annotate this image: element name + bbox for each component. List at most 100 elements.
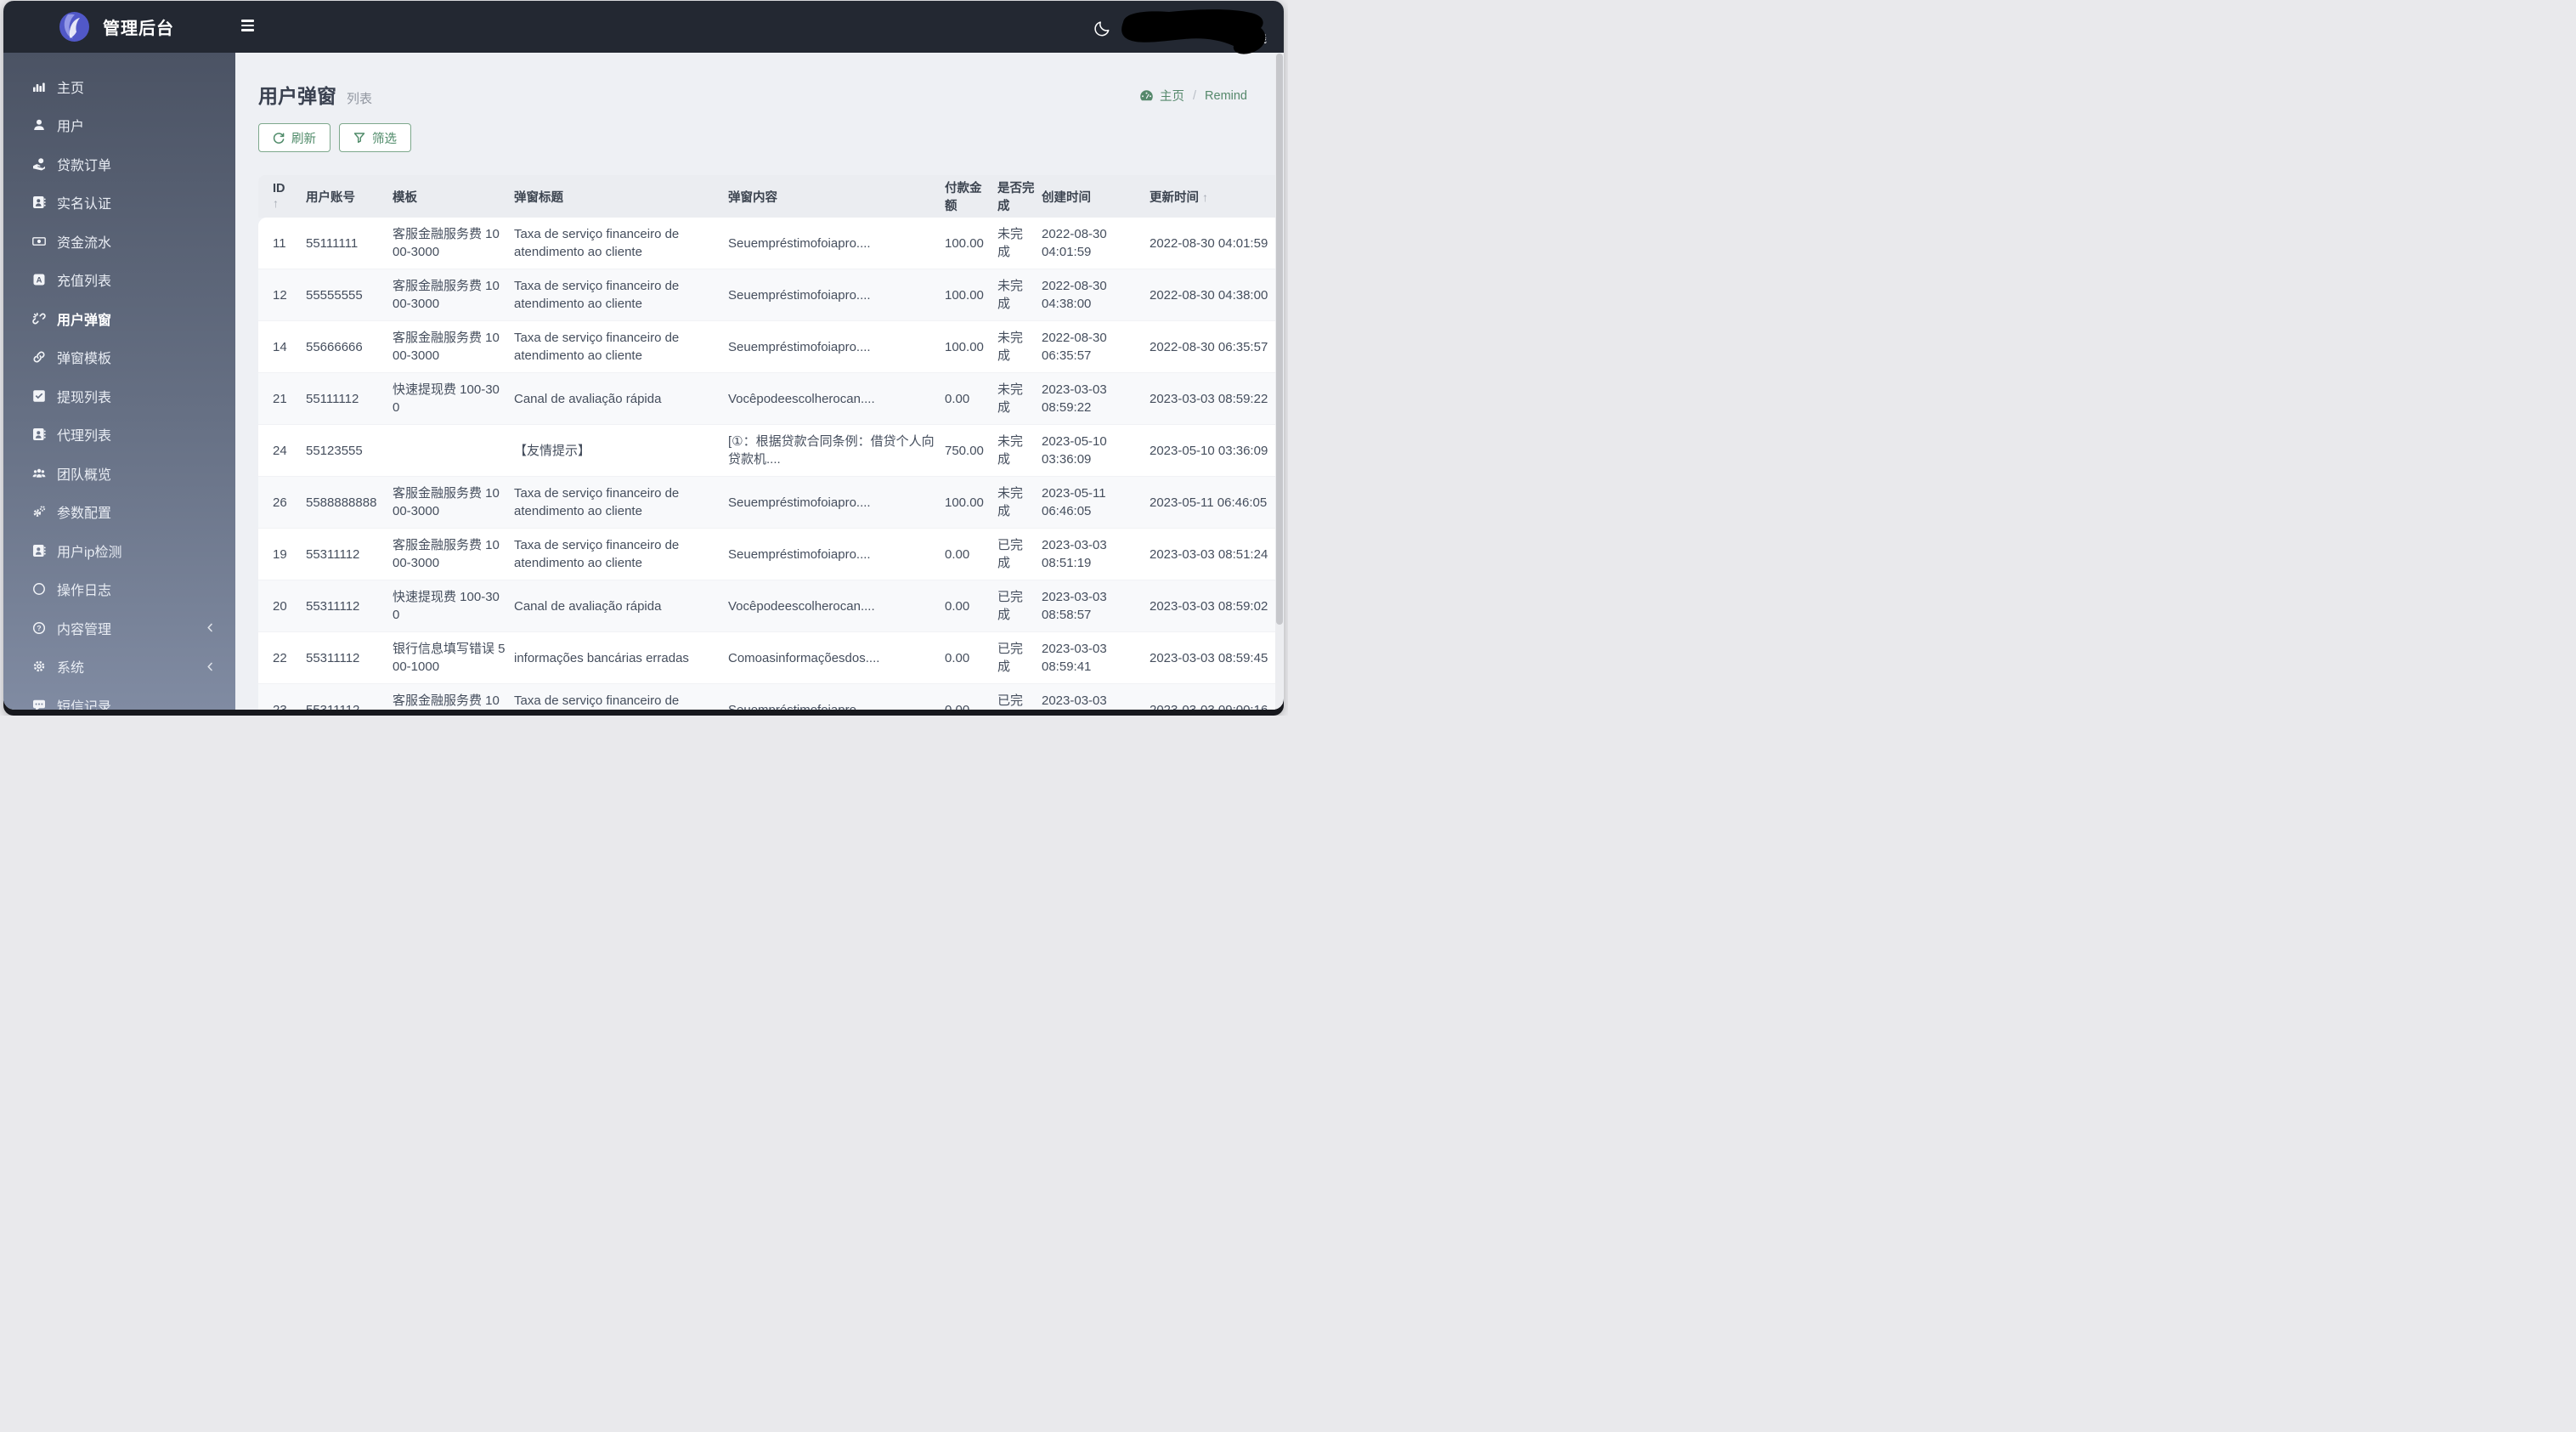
- cell-created: 2023-03-03 08:58:57: [1042, 580, 1150, 632]
- sidebar-item-用户[interactable]: 用户: [3, 106, 235, 145]
- column-header-template[interactable]: 模板: [393, 175, 514, 218]
- cell-updated: 2023-05-11 06:46:05: [1150, 477, 1283, 529]
- table-row[interactable]: 11 55111111 客服金融服务费 1000-3000 Taxa de servi…: [258, 218, 1283, 269]
- cell-status: 未完成: [997, 425, 1042, 477]
- cell-account: 55123555: [306, 425, 393, 477]
- sidebar-item-资金流水[interactable]: 资金流水: [3, 222, 235, 261]
- sidebar-item-内容管理[interactable]: ? 内容管理: [3, 608, 235, 648]
- table-row[interactable]: 2355311112客服金融服务费 1000-3000Taxa de servi…: [258, 684, 1283, 710]
- column-header-amount[interactable]: 付款金额: [945, 175, 997, 218]
- sort-up-icon: ↑: [273, 196, 279, 210]
- column-header-content[interactable]: 弹窗内容: [728, 175, 945, 218]
- table-row[interactable]: 14 55666666 客服金融服务费 1000-3000 Taxa de servi…: [258, 321, 1283, 373]
- sidebar-item-团队概览[interactable]: 团队概览: [3, 454, 235, 493]
- sidebar-item-用户ip检测[interactable]: 用户ip检测: [3, 531, 235, 570]
- cell-id: 24: [258, 425, 306, 477]
- cell-template: 客服金融服务费 1000-3000: [393, 684, 514, 710]
- sidebar-item-弹窗模板[interactable]: 弹窗模板: [3, 338, 235, 377]
- sidebar-item-参数配置[interactable]: 参数配置: [3, 493, 235, 532]
- table-row[interactable]: 19 55311112 客服金融服务费 1000-3000 Taxa de servi…: [258, 529, 1283, 580]
- cell-updated: 2023-03-03 08:51:24: [1150, 529, 1283, 580]
- sidebar-item-用户弹窗[interactable]: 用户弹窗: [3, 299, 235, 338]
- sidebar-brand: 管理后台: [3, 1, 235, 53]
- sidebar-item-代理列表[interactable]: 代理列表: [3, 416, 235, 455]
- cell-account: 55311112: [306, 580, 393, 632]
- sidebar-item-操作日志[interactable]: 操作日志: [3, 570, 235, 609]
- column-header-id[interactable]: ID ↑: [258, 175, 306, 218]
- page-content: 用户弹窗 列表 主页 / Remind 刷新 筛选 ID ↑ 用户账号 模板 弹…: [235, 53, 1284, 710]
- cell-amount: 100.00: [945, 477, 997, 529]
- table-row[interactable]: 26 5588888888 客服金融服务费 1000-3000 Taxa de ser…: [258, 477, 1283, 529]
- gears-icon: [30, 505, 48, 518]
- sidebar-item-label: 系统: [57, 661, 85, 676]
- sidebar-item-短信记录[interactable]: 短信记录: [3, 686, 235, 710]
- filter-funnel-icon: [353, 133, 365, 144]
- breadcrumb-current: Remind: [1205, 88, 1247, 103]
- column-header-created[interactable]: 创建时间: [1042, 175, 1150, 218]
- cell-title: Canal de avaliação rápida: [514, 580, 728, 632]
- sidebar-item-label: 资金流水: [57, 235, 112, 251]
- cell-title: Taxa de serviço financeiro de atendiment…: [514, 529, 728, 580]
- menu-toggle-icon[interactable]: [241, 20, 254, 34]
- cell-updated: 2023-03-03 09:00:16: [1150, 684, 1283, 710]
- sidebar-item-充值列表[interactable]: A 充值列表: [3, 261, 235, 300]
- column-header-status[interactable]: 是否完成: [997, 175, 1042, 218]
- cell-account: 55311112: [306, 684, 393, 710]
- scrollbar-thumb[interactable]: [1275, 54, 1283, 625]
- column-header-account[interactable]: 用户账号: [306, 175, 393, 218]
- cell-id: 22: [258, 632, 306, 684]
- column-header-title[interactable]: 弹窗标题: [514, 175, 728, 218]
- table-row[interactable]: 21 55111112 快速提现费 100-300 Canal de avaliaçã…: [258, 373, 1283, 425]
- cell-id: 12: [258, 269, 306, 321]
- table-body: 11 55111111 客服金融服务费 1000-3000 Taxa de servi…: [258, 218, 1283, 710]
- sidebar-menu: 主页用户贷款订单 实名认证资金流水 A 充值列表 用户弹窗 弹窗模板提现列表代理列表团队概…: [3, 53, 235, 710]
- cell-created: 2023-05-10 03:36:09: [1042, 425, 1150, 477]
- breadcrumb: 主页 / Remind: [1139, 87, 1247, 105]
- sidebar-item-提现列表[interactable]: 提现列表: [3, 376, 235, 416]
- cell-amount: 100.00: [945, 269, 997, 321]
- cell-title: Taxa de serviço financeiro de atendiment…: [514, 269, 728, 321]
- table-row[interactable]: 12 55555555 客服金融服务费 1000-3000 Taxa de servi…: [258, 269, 1283, 321]
- sidebar-item-label: 提现列表: [57, 390, 112, 405]
- table-row[interactable]: 22 55311112 银行信息填写错误 500-1000 informações b…: [258, 632, 1283, 684]
- question-circle-icon: ?: [30, 621, 48, 635]
- cell-updated: 2023-05-10 03:36:09: [1150, 425, 1283, 477]
- scrollbar-track[interactable]: [1275, 54, 1283, 710]
- sidebar-item-label: 短信记录: [57, 699, 112, 710]
- cell-account: 5588888888: [306, 477, 393, 529]
- cell-status: 未完成: [997, 321, 1042, 373]
- sidebar-item-label: 代理列表: [57, 429, 112, 444]
- cell-id: 19: [258, 529, 306, 580]
- sidebar-item-主页[interactable]: 主页: [3, 67, 235, 106]
- table-row[interactable]: 20 55311112 快速提现费 100-300 Canal de avaliaçã…: [258, 580, 1283, 632]
- page-subtitle: 列表: [347, 92, 373, 106]
- dashboard-gauge-icon: [1139, 89, 1154, 102]
- breadcrumb-home[interactable]: 主页: [1139, 87, 1184, 105]
- online-status: 在线: [1233, 30, 1267, 46]
- cell-status: 未完成: [997, 373, 1042, 425]
- chevron-left-icon: [206, 662, 215, 671]
- browser-window: 管理后台 主页用户贷款订单 实名认证资金流水 A 充值列表 用户弹窗 弹窗模板提现列表代理…: [3, 1, 1284, 716]
- dark-mode-moon-icon[interactable]: [1094, 20, 1111, 37]
- cell-title: Taxa de serviço financeiro de atendiment…: [514, 321, 728, 373]
- sidebar-item-label: 充值列表: [57, 275, 112, 290]
- filter-button[interactable]: 筛选: [339, 123, 411, 152]
- filter-label: 筛选: [372, 132, 397, 146]
- cell-status: 未完成: [997, 477, 1042, 529]
- cell-updated: 2022-08-30 06:35:57: [1150, 321, 1283, 373]
- table-card: ID ↑ 用户账号 模板 弹窗标题 弹窗内容 付款金额 是否完成 创建时间 更新时间 ↑ 11 55…: [258, 175, 1283, 710]
- brand-title: 管理后台: [103, 20, 174, 38]
- cell-content: [①：根据贷款合同条例：借贷个人向贷款机....: [728, 425, 945, 477]
- sidebar-item-实名认证[interactable]: 实名认证: [3, 184, 235, 223]
- table-row[interactable]: 24 55123555 【友情提示】 [①：根据贷款合同条例：借贷个人向贷款机....…: [258, 425, 1283, 477]
- sidebar-item-label: 用户: [57, 120, 85, 135]
- sidebar-item-系统[interactable]: 系统: [3, 648, 235, 687]
- chevron-left-icon: [206, 623, 215, 632]
- cell-status: 未完成: [997, 218, 1042, 269]
- cell-updated: 2023-03-03 08:59:22: [1150, 373, 1283, 425]
- sidebar-item-贷款订单[interactable]: 贷款订单: [3, 144, 235, 184]
- cell-status: 已完成: [997, 529, 1042, 580]
- column-header-updated[interactable]: 更新时间 ↑: [1150, 175, 1283, 218]
- refresh-button[interactable]: 刷新: [258, 123, 330, 152]
- cell-status: 未完成: [997, 269, 1042, 321]
